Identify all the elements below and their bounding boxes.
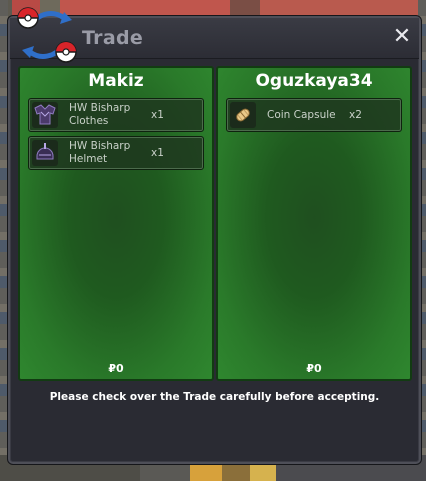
item-name: HW Bisharp Helmet bbox=[69, 140, 131, 165]
window-title: Trade bbox=[82, 27, 144, 49]
trade-window: Trade ✕ Makiz HW Bisharp Clothes x1 HW B… bbox=[8, 7, 421, 464]
game-background-left bbox=[0, 0, 8, 481]
pokeball-icon-top bbox=[17, 7, 39, 29]
item-quantity: x1 bbox=[151, 109, 164, 121]
coin-capsule-icon bbox=[230, 102, 256, 128]
trade-item-slot[interactable]: Coin Capsule x2 bbox=[226, 98, 402, 132]
trade-panel-partner: Oguzkaya34 Coin Capsule x2 ₽0 bbox=[216, 66, 412, 381]
player-name: Makiz bbox=[88, 71, 144, 91]
money-amount: ₽0 bbox=[108, 362, 124, 375]
trade-item-slot[interactable]: HW Bisharp Helmet x1 bbox=[28, 136, 204, 170]
money-amount: ₽0 bbox=[306, 362, 322, 375]
trade-item-slot[interactable]: HW Bisharp Clothes x1 bbox=[28, 98, 204, 132]
player-name: Oguzkaya34 bbox=[255, 71, 373, 91]
item-quantity: x2 bbox=[349, 109, 362, 121]
helmet-icon bbox=[32, 140, 58, 166]
trade-notice: Please check over the Trade carefully be… bbox=[49, 391, 380, 403]
close-icon[interactable]: ✕ bbox=[391, 26, 413, 48]
trade-panel-self: Makiz HW Bisharp Clothes x1 HW Bisharp H… bbox=[18, 66, 214, 381]
item-quantity: x1 bbox=[151, 147, 164, 159]
item-name: HW Bisharp Clothes bbox=[69, 102, 131, 127]
trade-logo-icon bbox=[17, 7, 77, 63]
clothes-icon bbox=[32, 102, 58, 128]
pokeball-icon-bottom bbox=[55, 41, 77, 63]
